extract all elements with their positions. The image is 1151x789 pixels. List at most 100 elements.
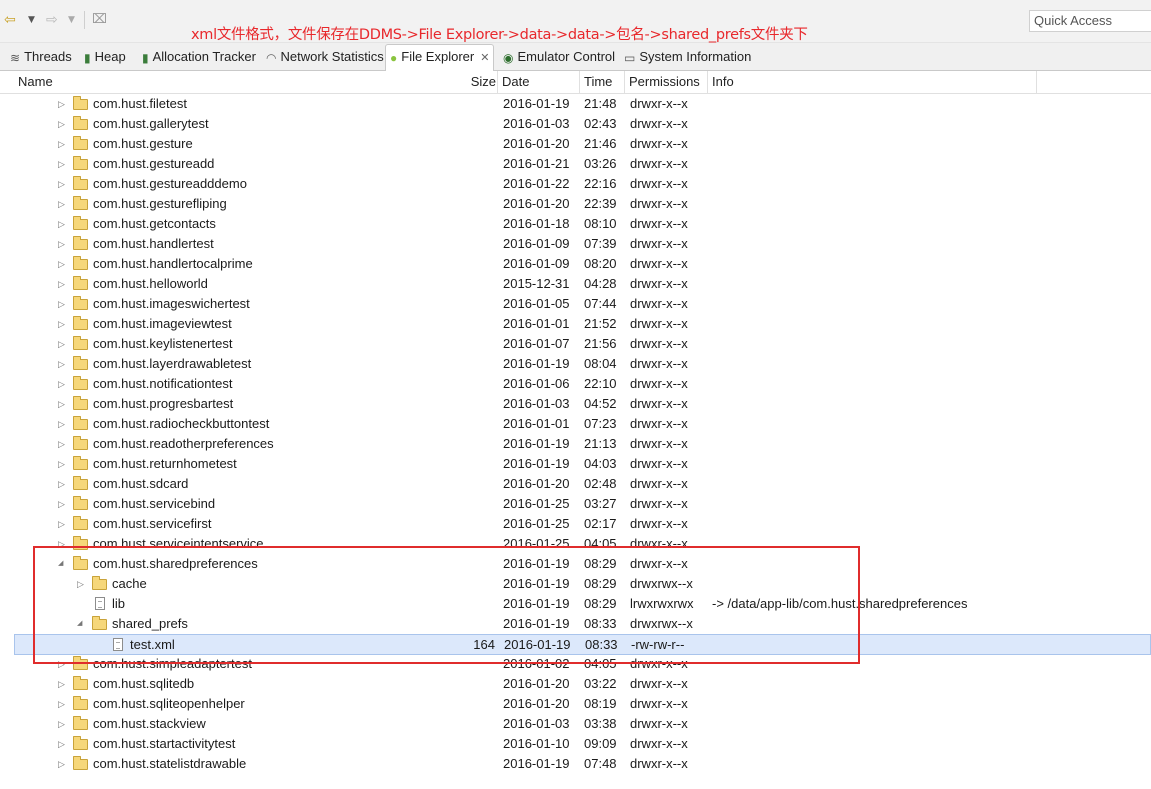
expand-arrow-icon[interactable]: ▷ <box>58 474 65 494</box>
expand-arrow-icon[interactable]: ▷ <box>58 334 65 354</box>
expand-arrow-icon[interactable]: ▷ <box>58 394 65 414</box>
expand-arrow-icon[interactable]: ▷ <box>58 274 65 294</box>
collapse-arrow-icon[interactable]: ◢ <box>77 614 82 634</box>
table-row[interactable]: ▷ com.hust.imageswichertest 2016-01-05 07:4… <box>14 294 1151 314</box>
file-permissions: drwxr-x--x <box>630 176 688 191</box>
tab-emulator-control[interactable]: ◉ Emulator Control <box>503 45 615 69</box>
column-label: Time <box>584 74 613 89</box>
expand-arrow-icon[interactable]: ▷ <box>58 94 65 114</box>
table-row[interactable]: ▷ com.hust.sdcard 2016-01-20 02:48 drwxr-x--… <box>14 474 1151 494</box>
expand-arrow-icon[interactable]: ▷ <box>58 374 65 394</box>
table-row[interactable]: ▷ com.hust.servicefirst 2016-01-25 02:17 drw… <box>14 514 1151 534</box>
table-row[interactable]: ▷ com.hust.helloworld 2015-12-31 04:28 drwxr… <box>14 274 1151 294</box>
table-row[interactable]: ▷ com.hust.gesture 2016-01-20 21:46 drwxr-x-… <box>14 134 1151 154</box>
column-header-time[interactable]: Time <box>580 71 625 93</box>
expand-arrow-icon[interactable]: ▷ <box>58 314 65 334</box>
table-row[interactable]: ▷ com.hust.layerdrawabletest 2016-01-19 08:… <box>14 354 1151 374</box>
expand-arrow-icon[interactable]: ▷ <box>58 514 65 534</box>
expand-arrow-icon[interactable]: ▷ <box>58 414 65 434</box>
table-row[interactable]: ▷ com.hust.gesturefliping 2016-01-20 22:39 d… <box>14 194 1151 214</box>
collapse-arrow-icon[interactable]: ◢ <box>58 554 63 574</box>
file-permissions: drwxr-x--x <box>630 756 688 771</box>
column-header-date[interactable]: Date <box>498 71 580 93</box>
folder-icon <box>73 456 88 470</box>
expand-arrow-icon[interactable]: ▷ <box>58 174 65 194</box>
expand-arrow-icon[interactable]: ▷ <box>58 674 65 694</box>
table-row[interactable]: lib 2016-01-19 08:29 lrwxrwxrwx -> /data/app… <box>14 594 1151 614</box>
table-row[interactable]: ▷ cache 2016-01-19 08:29 drwxrwx--x <box>14 574 1151 594</box>
forward-arrow-icon[interactable]: ⇨ <box>46 11 58 29</box>
column-header-name[interactable]: Name <box>14 71 498 93</box>
expand-arrow-icon[interactable]: ▷ <box>58 194 65 214</box>
table-row[interactable]: ▷ com.hust.gestureadd 2016-01-21 03:26 drwxr… <box>14 154 1151 174</box>
table-row[interactable]: ▷ com.hust.handlertest 2016-01-09 07:39 drwx… <box>14 234 1151 254</box>
table-row[interactable]: ▷ com.hust.sqliteopenhelper 2016-01-20 08:1… <box>14 694 1151 714</box>
back-arrow-icon[interactable]: ⇦ <box>4 11 16 29</box>
table-row[interactable]: ▷ com.hust.imageviewtest 2016-01-01 21:52 dr… <box>14 314 1151 334</box>
file-name: com.hust.layerdrawabletest <box>93 356 252 371</box>
expand-arrow-icon[interactable]: ▷ <box>58 754 65 774</box>
table-row[interactable]: ▷ com.hust.stackview 2016-01-03 03:38 drwxr-… <box>14 714 1151 734</box>
tab-system-information[interactable]: ▭ System Information <box>624 45 751 69</box>
table-row[interactable]: ▷ com.hust.notificationtest 2016-01-06 22:1… <box>14 374 1151 394</box>
expand-arrow-icon[interactable]: ▷ <box>58 234 65 254</box>
column-header-permissions[interactable]: Permissions <box>625 71 708 93</box>
expand-arrow-icon[interactable]: ▷ <box>58 534 65 554</box>
forward-dropdown-icon[interactable]: ▼ <box>68 11 75 29</box>
table-row[interactable]: ▷ com.hust.sqlitedb 2016-01-20 03:22 drwxr-x… <box>14 674 1151 694</box>
table-row[interactable]: ▷ com.hust.progresbartest 2016-01-03 04:52 d… <box>14 394 1151 414</box>
expand-arrow-icon[interactable]: ▷ <box>58 434 65 454</box>
tab-network-statistics[interactable]: ◠ Network Statistics <box>266 45 384 69</box>
file-time: 02:43 <box>584 116 617 131</box>
file-date: 2015-12-31 <box>503 276 570 291</box>
table-row[interactable]: ▷ com.hust.servicebind 2016-01-25 03:27 drwx… <box>14 494 1151 514</box>
expand-arrow-icon[interactable]: ▷ <box>58 354 65 374</box>
expand-arrow-icon[interactable]: ▷ <box>58 254 65 274</box>
close-tab-icon[interactable]: ✕ <box>480 52 489 64</box>
expand-arrow-icon[interactable]: ▷ <box>58 454 65 474</box>
expand-arrow-icon[interactable]: ▷ <box>58 154 65 174</box>
pin-editor-icon[interactable]: ⌧ <box>92 11 107 29</box>
column-header-info[interactable]: Info <box>708 71 1037 93</box>
tab-file-explorer[interactable]: ● File Explorer ✕ <box>385 44 495 71</box>
expand-arrow-icon[interactable]: ▷ <box>58 134 65 154</box>
expand-arrow-icon[interactable]: ▷ <box>58 734 65 754</box>
table-row[interactable]: ◢ shared_prefs 2016-01-19 08:33 drwxrwx--x <box>14 614 1151 634</box>
file-date: 2016-01-02 <box>503 656 570 671</box>
expand-arrow-icon[interactable]: ▷ <box>58 694 65 714</box>
expand-arrow-icon[interactable]: ▷ <box>58 214 65 234</box>
quick-access-input[interactable]: Quick Access <box>1029 10 1151 32</box>
folder-icon <box>73 676 88 690</box>
table-row[interactable]: ▷ com.hust.filetest 2016-01-19 21:48 drwxr-x… <box>14 94 1151 114</box>
expand-arrow-icon[interactable]: ▷ <box>58 494 65 514</box>
table-row[interactable]: ▷ com.hust.simpleadaptertest 2016-01-02 04:… <box>14 654 1151 674</box>
table-row[interactable]: ◢ com.hust.sharedpreferences 2016-01-19 08:… <box>14 554 1151 574</box>
expand-arrow-icon[interactable]: ▷ <box>58 654 65 674</box>
table-row[interactable]: ▷ com.hust.statelistdrawable 2016-01-19 07:… <box>14 754 1151 774</box>
table-row[interactable]: ▷ com.hust.serviceintentservice 2016-01-25… <box>14 534 1151 554</box>
file-date: 2016-01-19 <box>503 596 570 611</box>
expand-arrow-icon[interactable]: ▷ <box>58 714 65 734</box>
tab-threads[interactable]: ≋ Threads <box>10 45 72 69</box>
expand-arrow-icon[interactable]: ▷ <box>58 294 65 314</box>
table-row[interactable]: ▷ com.hust.gallerytest 2016-01-03 02:43 drwx… <box>14 114 1151 134</box>
table-row[interactable]: ▷ com.hust.returnhometest 2016-01-19 04:03 d… <box>14 454 1151 474</box>
back-dropdown-icon[interactable]: ▼ <box>28 11 35 29</box>
table-row[interactable]: ▷ com.hust.getcontacts 2016-01-18 08:10 drwx… <box>14 214 1151 234</box>
table-row[interactable]: ▷ com.hust.radiocheckbuttontest 2016-01-01… <box>14 414 1151 434</box>
file-date: 2016-01-25 <box>503 536 570 551</box>
table-row[interactable]: ▷ com.hust.keylistenertest 2016-01-07 21:56… <box>14 334 1151 354</box>
table-row[interactable]: ▷ com.hust.startactivitytest 2016-01-10 09:… <box>14 734 1151 754</box>
table-row[interactable]: ▷ com.hust.gestureadddemo 2016-01-22 22:16 d… <box>14 174 1151 194</box>
table-row[interactable]: test.xml 164 2016-01-19 08:33 -rw-rw-r-- <box>14 634 1151 655</box>
folder-icon <box>73 376 88 390</box>
table-row[interactable]: ▷ com.hust.handlertocalprime 2016-01-09 08:… <box>14 254 1151 274</box>
expand-arrow-icon[interactable]: ▷ <box>77 574 84 594</box>
file-date: 2016-01-07 <box>503 336 570 351</box>
tab-allocation-tracker[interactable]: ▮ Allocation Tracker <box>142 45 256 69</box>
table-row[interactable]: ▷ com.hust.readotherpreferences 2016-01-19… <box>14 434 1151 454</box>
file-permissions: drwxr-x--x <box>630 236 688 251</box>
tab-label: Heap <box>94 49 126 64</box>
tab-heap[interactable]: ▮ Heap <box>84 45 126 69</box>
expand-arrow-icon[interactable]: ▷ <box>58 114 65 134</box>
